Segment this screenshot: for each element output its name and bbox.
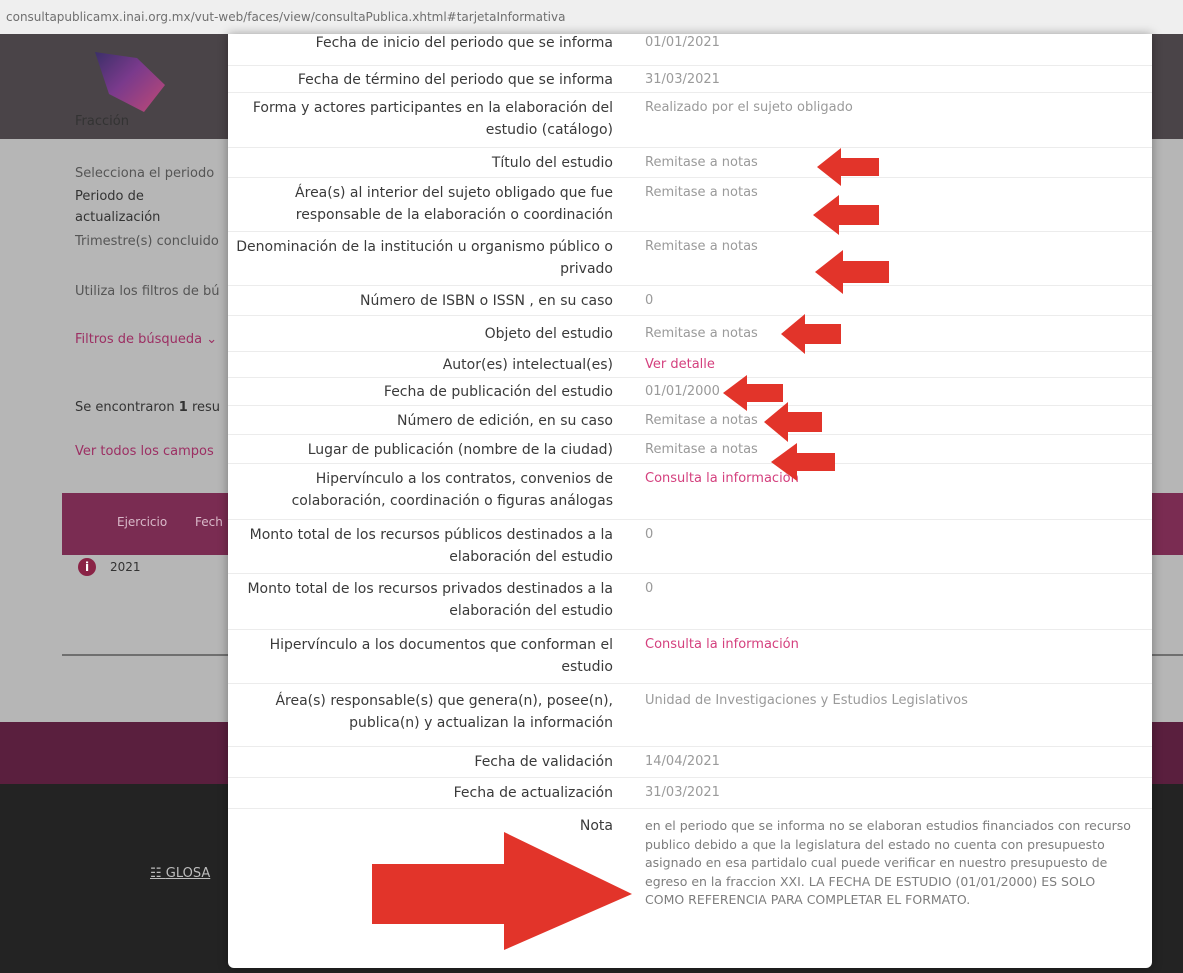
- info-icon[interactable]: i: [78, 558, 96, 576]
- col-ejercicio[interactable]: Ejercicio: [117, 515, 167, 529]
- ver-todos-link[interactable]: Ver todos los campos: [75, 444, 214, 459]
- detail-row: Objeto del estudio Remitase a notas: [228, 315, 1152, 352]
- detail-card: Fecha de inicio del periodo que se infor…: [228, 34, 1152, 968]
- detail-row: Área(s) al interior del sujeto obligado …: [228, 177, 1152, 232]
- row-value: Remitase a notas: [645, 185, 758, 200]
- row-value: Remitase a notas: [645, 326, 758, 341]
- row-label: Área(s) responsable(s) que genera(n), po…: [275, 693, 613, 731]
- row-label: Fecha de término del periodo que se info…: [297, 72, 613, 88]
- resultados-text: Se encontraron 1 resu: [75, 400, 221, 415]
- row-value: Unidad de Investigaciones y Estudios Leg…: [645, 693, 968, 708]
- detail-row: Autor(es) intelectual(es) Ver detalle: [228, 351, 1152, 378]
- periodo-hint: Selecciona el periodo: [75, 166, 215, 181]
- row-label: Monto total de los recursos privados des…: [247, 581, 613, 619]
- row-label: Área(s) al interior del sujeto obligado …: [295, 185, 613, 223]
- address-bar[interactable]: consultapublicamx.inai.org.mx/vut-web/fa…: [0, 0, 1183, 34]
- row-value: 0: [645, 527, 654, 542]
- filtros-toggle[interactable]: Filtros de búsqueda ⌄: [75, 332, 217, 347]
- nota-text: en el periodo que se informa no se elabo…: [645, 818, 1131, 908]
- glosario-link[interactable]: ☷ GLOSA: [150, 866, 210, 881]
- periodo-label-line1: Periodo de: [75, 189, 144, 204]
- row-value: 31/03/2021: [645, 72, 720, 87]
- detail-row: Hipervínculo a los documentos que confor…: [228, 629, 1152, 684]
- row-value: Remitase a notas: [645, 155, 758, 170]
- red-arrow-icon: [817, 146, 881, 188]
- row-label: Título del estudio: [491, 155, 613, 171]
- fraccion-label: Fracción: [75, 114, 129, 129]
- row-value: 14/04/2021: [645, 754, 720, 769]
- detail-row: Monto total de los recursos privados des…: [228, 573, 1152, 630]
- row-label: Objeto del estudio: [484, 326, 613, 342]
- row-label: Hipervínculo a los documentos que confor…: [269, 637, 613, 675]
- row-label: Lugar de publicación (nombre de la ciuda…: [307, 442, 613, 458]
- detail-row: Forma y actores participantes en la elab…: [228, 92, 1152, 148]
- detail-row: Fecha de publicación del estudio 01/01/2…: [228, 377, 1152, 406]
- consulta-informacion-link[interactable]: Consulta la información: [645, 634, 1145, 656]
- red-arrow-icon: [815, 248, 891, 296]
- filtros-hint: Utiliza los filtros de bú: [75, 284, 220, 299]
- detail-row: Monto total de los recursos públicos des…: [228, 519, 1152, 574]
- detail-row: Título del estudio Remitase a notas: [228, 147, 1152, 178]
- red-arrow-icon: [372, 832, 634, 952]
- detail-row: Nota en el periodo que se informa no se …: [228, 808, 1152, 964]
- row-value: 0: [645, 581, 654, 596]
- row-label: Forma y actores participantes en la elab…: [252, 100, 613, 138]
- row-year: 2021: [110, 560, 141, 574]
- detail-row: Fecha de actualización 31/03/2021: [228, 777, 1152, 809]
- row-label: Fecha de actualización: [453, 785, 613, 801]
- trimestres-text: Trimestre(s) concluido: [75, 234, 219, 249]
- red-arrow-icon: [813, 193, 881, 237]
- red-arrow-icon: [771, 441, 837, 483]
- detail-row: Lugar de publicación (nombre de la ciuda…: [228, 434, 1152, 464]
- ver-detalle-link[interactable]: Ver detalle: [645, 354, 1145, 376]
- row-value: Remitase a notas: [645, 442, 758, 457]
- periodo-label-line2: actualización: [75, 210, 161, 225]
- red-arrow-icon: [764, 400, 824, 444]
- row-value: Remitase a notas: [645, 413, 758, 428]
- detail-row: Fecha de inicio del periodo que se infor…: [228, 34, 1152, 65]
- detail-row: Denominación de la institución u organis…: [228, 231, 1152, 286]
- col-fecha[interactable]: Fech: [195, 515, 223, 529]
- detail-row: Área(s) responsable(s) que genera(n), po…: [228, 683, 1152, 747]
- row-label: Monto total de los recursos públicos des…: [249, 527, 613, 565]
- detail-row: Número de edición, en su caso Remitase a…: [228, 405, 1152, 435]
- row-label: Autor(es) intelectual(es): [442, 357, 613, 373]
- glosario-icon: ☷: [150, 866, 166, 881]
- red-arrow-icon: [781, 312, 843, 356]
- detail-row: Fecha de validación 14/04/2021: [228, 746, 1152, 778]
- row-value: 01/01/2021: [645, 35, 720, 50]
- consulta-informacion-link[interactable]: Consulta la información: [645, 468, 1145, 490]
- row-label: Fecha de validación: [474, 754, 613, 770]
- row-value: 31/03/2021: [645, 785, 720, 800]
- detail-row: Número de ISBN o ISSN , en su caso 0: [228, 285, 1152, 316]
- row-label: Número de edición, en su caso: [396, 413, 613, 429]
- row-label: Fecha de inicio del periodo que se infor…: [315, 35, 613, 51]
- detail-row: Fecha de término del periodo que se info…: [228, 65, 1152, 93]
- row-value: 0: [645, 293, 654, 308]
- row-label: Hipervínculo a los contratos, convenios …: [291, 471, 613, 509]
- row-value: 01/01/2000: [645, 384, 720, 399]
- row-value: Remitase a notas: [645, 239, 758, 254]
- row-value: Realizado por el sujeto obligado: [645, 100, 853, 115]
- row-label: Denominación de la institución u organis…: [236, 239, 613, 277]
- row-label: Número de ISBN o ISSN , en su caso: [360, 293, 613, 309]
- detail-row: Hipervínculo a los contratos, convenios …: [228, 463, 1152, 520]
- row-label: Fecha de publicación del estudio: [383, 384, 613, 400]
